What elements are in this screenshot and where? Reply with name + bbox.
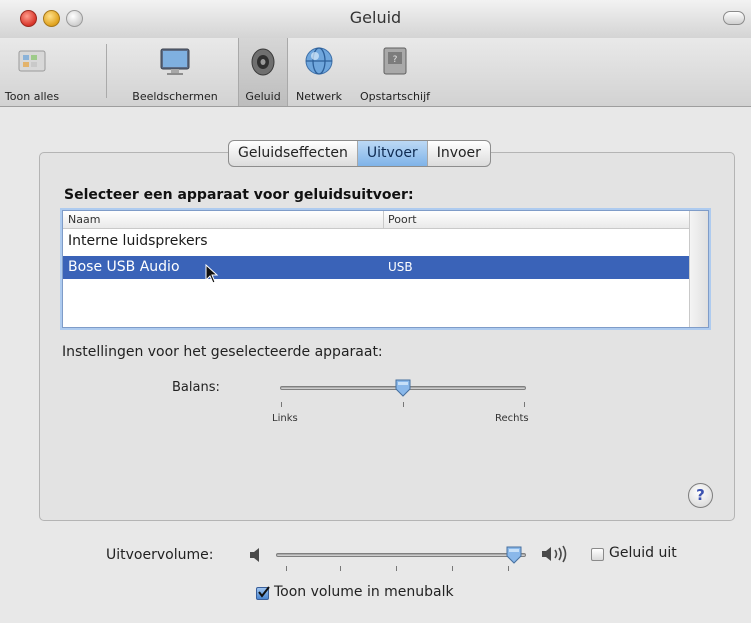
balance-label: Balans:: [172, 380, 220, 395]
toolbar-item-label: Beeldschermen: [132, 90, 218, 103]
help-button[interactable]: ?: [688, 483, 713, 508]
tick-mark: [286, 566, 287, 571]
network-globe-icon: [305, 47, 333, 75]
toolbar-item-label: Geluid: [245, 90, 281, 103]
toolbar-toggle-button[interactable]: [723, 11, 745, 25]
show-volume-menubar-label[interactable]: Toon volume in menubalk: [274, 584, 454, 600]
toolbar-item-label: Opstartschijf: [360, 90, 430, 103]
column-header-name[interactable]: Naam: [68, 213, 100, 226]
tab-output[interactable]: Uitvoer: [357, 141, 428, 166]
tick-mark: [508, 566, 509, 571]
output-volume-slider[interactable]: [276, 553, 526, 557]
window-title: Geluid: [349, 8, 402, 27]
device-name: Bose USB Audio: [68, 259, 180, 275]
speaker-icon: [251, 48, 275, 76]
balance-right-label: Rechts: [495, 413, 529, 424]
device-list-heading: Selecteer een apparaat voor geluidsuitvo…: [64, 187, 414, 203]
toolbar-item-startup-disk[interactable]: ? Opstartschijf: [350, 38, 440, 106]
title-bar: Geluid: [0, 0, 751, 39]
mouse-pointer-icon: [205, 264, 219, 284]
device-port: USB: [388, 260, 413, 274]
device-row[interactable]: Interne luidsprekers: [63, 230, 691, 253]
device-row-selected[interactable]: Bose USB Audio USB: [63, 256, 691, 279]
output-volume-label: Uitvoervolume:: [106, 547, 214, 563]
toolbar-item-displays[interactable]: Beeldschermen: [115, 38, 235, 106]
mute-label[interactable]: Geluid uit: [609, 545, 677, 561]
device-list[interactable]: Naam Poort Interne luidsprekers Bose USB…: [62, 210, 709, 328]
balance-slider-knob[interactable]: [394, 378, 412, 398]
column-divider: [383, 211, 384, 228]
volume-low-icon: [250, 548, 259, 562]
tick-mark: [281, 402, 282, 407]
device-name: Interne luidsprekers: [68, 233, 208, 249]
toolbar-item-label: Toon alles: [4, 90, 60, 103]
toolbar-item-show-all[interactable]: Toon alles: [0, 38, 64, 106]
mute-checkbox[interactable]: [591, 548, 604, 561]
list-scrollbar[interactable]: [689, 211, 708, 327]
toolbar-item-network[interactable]: Netwerk: [290, 38, 348, 106]
svg-text:?: ?: [393, 55, 398, 65]
toolbar-item-sound[interactable]: Geluid: [238, 38, 288, 106]
volume-slider-knob[interactable]: [505, 545, 523, 565]
output-panel: [39, 152, 735, 521]
tick-mark: [340, 566, 341, 571]
tick-mark: [396, 566, 397, 571]
volume-high-icon: [542, 545, 567, 563]
tick-mark: [403, 402, 404, 407]
tab-sound-effects[interactable]: Geluidseffecten: [229, 141, 358, 166]
checkmark-icon: [258, 586, 270, 598]
tab-input[interactable]: Invoer: [428, 141, 490, 166]
toolbar-item-label: Netwerk: [296, 90, 342, 103]
show-volume-menubar-checkbox[interactable]: [256, 586, 270, 600]
startup-disk-icon: ?: [383, 47, 407, 75]
tick-mark: [524, 402, 525, 407]
show-all-icon: [18, 50, 46, 72]
display-icon: [160, 48, 190, 75]
tab-bar: Geluidseffecten Uitvoer Invoer: [228, 140, 491, 167]
toolbar: Toon alles Beeldschermen Geluid Netwerk …: [0, 38, 751, 107]
toolbar-separator: [106, 44, 107, 98]
tick-mark: [452, 566, 453, 571]
column-header-port[interactable]: Poort: [388, 213, 417, 226]
list-header: Naam Poort: [63, 211, 691, 229]
device-settings-label: Instellingen voor het geselecteerde appa…: [62, 344, 383, 360]
balance-left-label: Links: [272, 413, 298, 424]
